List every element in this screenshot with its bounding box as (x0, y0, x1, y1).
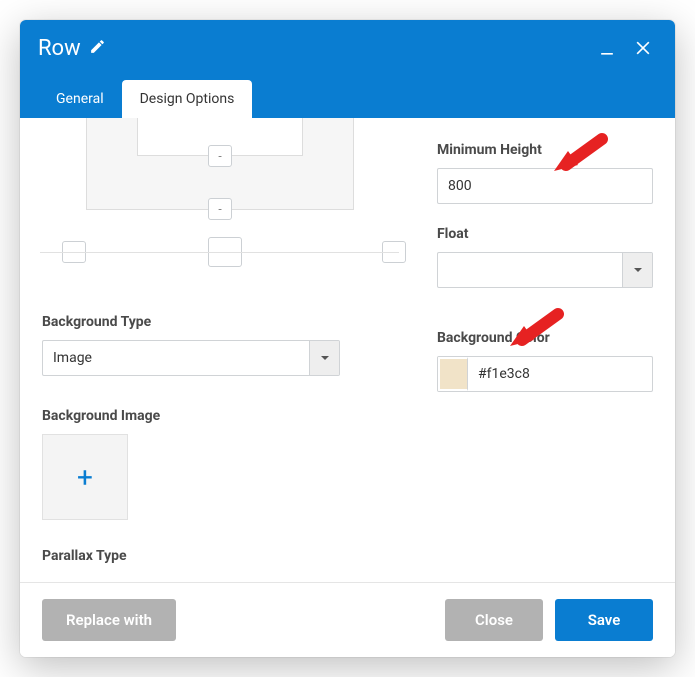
background-type-select[interactable]: Image (42, 340, 340, 376)
section-min-height: Minimum Height 800 (437, 142, 653, 204)
left-column: - - - - Background Type Image (42, 124, 397, 574)
modal-body: - - - - Background Type Image (20, 118, 675, 582)
modal-title-text: Row (38, 36, 81, 61)
spacing-baseline (40, 252, 399, 253)
background-type-label: Background Type (42, 314, 397, 330)
plus-icon: + (77, 461, 93, 494)
background-type-value: Image (43, 341, 309, 375)
modal-title: Row (38, 36, 106, 61)
background-image-label: Background Image (42, 408, 397, 424)
chevron-down-icon (309, 341, 339, 375)
minimum-height-label: Minimum Height (437, 142, 653, 158)
float-select[interactable] (437, 252, 653, 288)
chevron-down-icon (622, 253, 652, 287)
spacing-editor: - - - - (42, 124, 397, 254)
background-color-input[interactable]: #f1e3c8 (437, 356, 653, 392)
tabs: General Design Options (20, 66, 675, 118)
background-color-label: Background Color (437, 330, 653, 346)
color-swatch[interactable] (438, 357, 468, 391)
tab-general[interactable]: General (38, 80, 122, 118)
title-bar: Row (20, 20, 675, 66)
save-button[interactable]: Save (555, 599, 653, 641)
float-label: Float (437, 226, 653, 242)
close-icon[interactable] (629, 34, 657, 62)
section-background-image: Background Image + (42, 408, 397, 520)
right-column: Minimum Height 800 Float Background Colo… (437, 124, 653, 574)
parallax-type-label: Parallax Type (42, 548, 397, 564)
section-background-type: Background Type Image (42, 314, 397, 376)
modal-header: Row General Design Options (20, 20, 675, 118)
add-image-button[interactable]: + (42, 434, 128, 520)
modal-footer: Replace with Close Save (20, 582, 675, 657)
row-settings-modal: Row General Design Options (20, 20, 675, 657)
pencil-icon (89, 36, 106, 61)
float-value (438, 253, 622, 287)
background-color-value: #f1e3c8 (468, 357, 652, 391)
minimize-button[interactable] (593, 34, 621, 62)
spacing-input[interactable]: - (208, 198, 232, 220)
close-button[interactable]: Close (445, 599, 543, 641)
replace-with-button[interactable]: Replace with (42, 599, 176, 641)
section-background-color: Background Color #f1e3c8 (437, 330, 653, 392)
tab-design-options[interactable]: Design Options (122, 80, 253, 118)
section-float: Float (437, 226, 653, 288)
spacing-input[interactable]: - (208, 145, 232, 167)
section-parallax: Parallax Type (42, 548, 397, 564)
minimum-height-input[interactable]: 800 (437, 168, 653, 204)
